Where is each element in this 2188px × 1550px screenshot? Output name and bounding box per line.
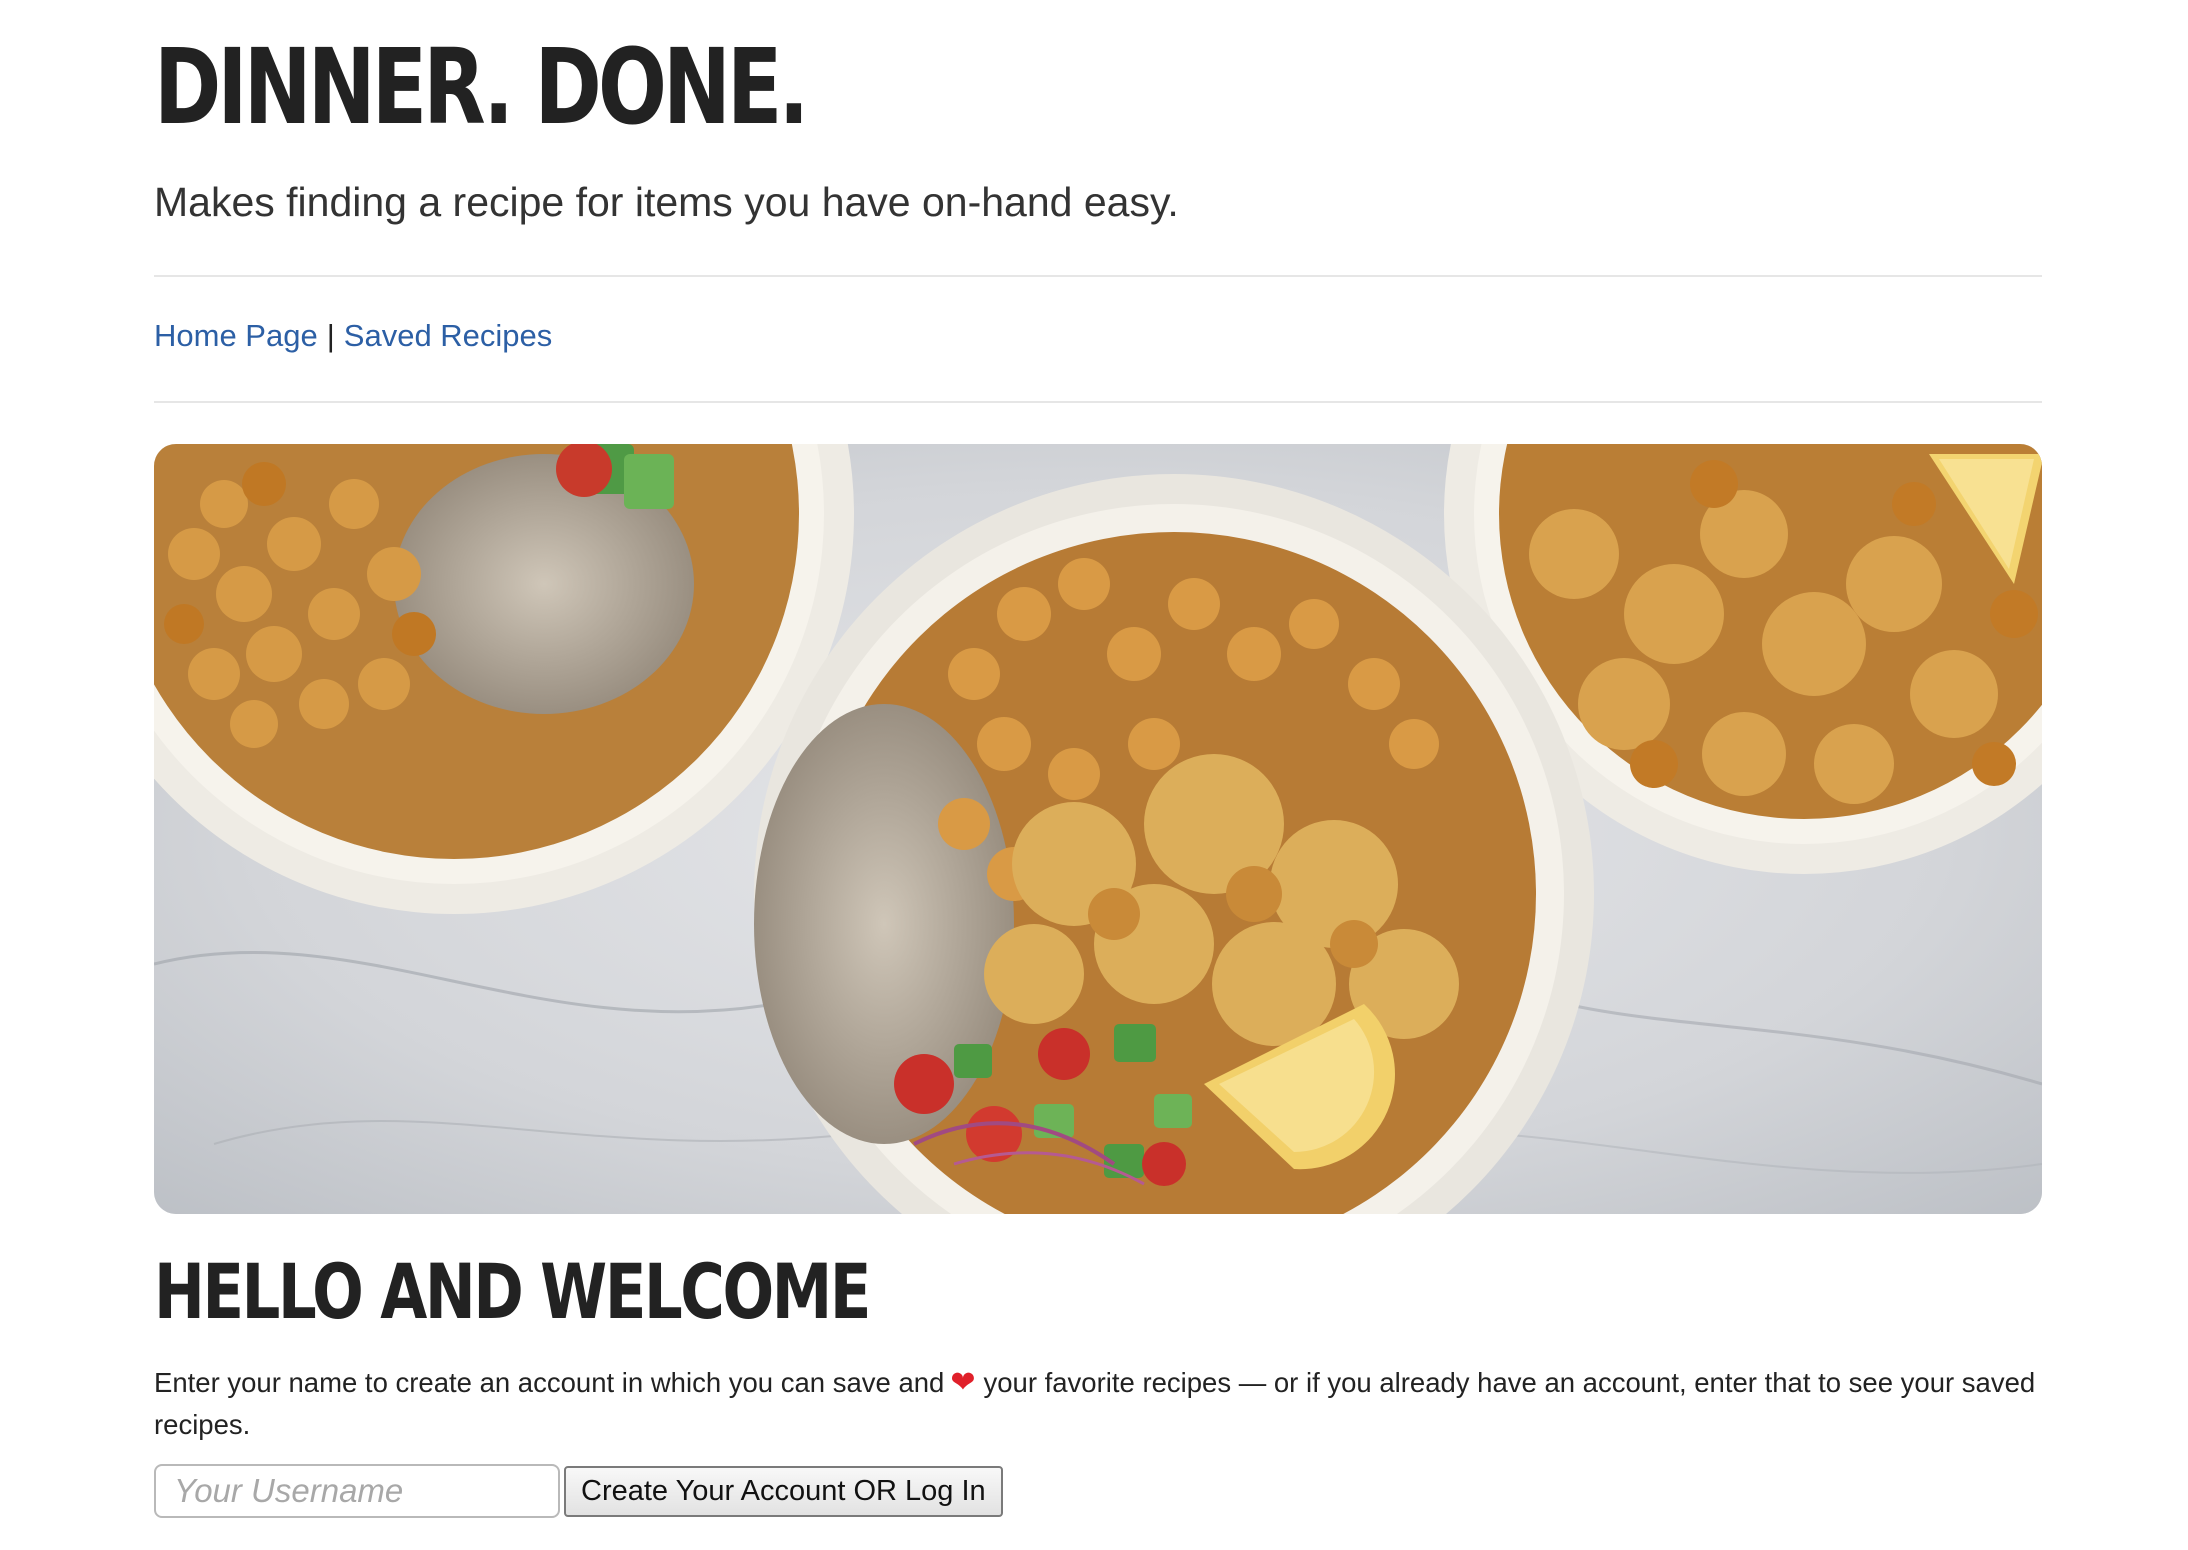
heart-icon: ❤ — [950, 1365, 976, 1400]
username-input[interactable] — [154, 1464, 560, 1518]
food-bowls-illustration — [154, 444, 2042, 1214]
welcome-heading: HELLO AND WELCOME — [154, 1247, 871, 1336]
nav-link-saved-recipes[interactable]: Saved Recipes — [344, 318, 553, 353]
nav-separator: | — [326, 318, 335, 353]
main-nav: Home Page | Saved Recipes — [154, 318, 552, 354]
site-title: DINNER. DONE. — [154, 26, 809, 148]
nav-divider — [154, 401, 2042, 403]
create-account-or-login-button[interactable]: Create Your Account OR Log In — [564, 1466, 1003, 1517]
nav-link-home-page[interactable]: Home Page — [154, 318, 318, 353]
header-divider — [154, 275, 2042, 277]
welcome-intro: Enter your name to create an account in … — [154, 1362, 2042, 1446]
intro-text-before: Enter your name to create an account in … — [154, 1367, 945, 1398]
hero-food-image — [154, 444, 2042, 1214]
site-tagline: Makes finding a recipe for items you hav… — [154, 179, 1179, 225]
